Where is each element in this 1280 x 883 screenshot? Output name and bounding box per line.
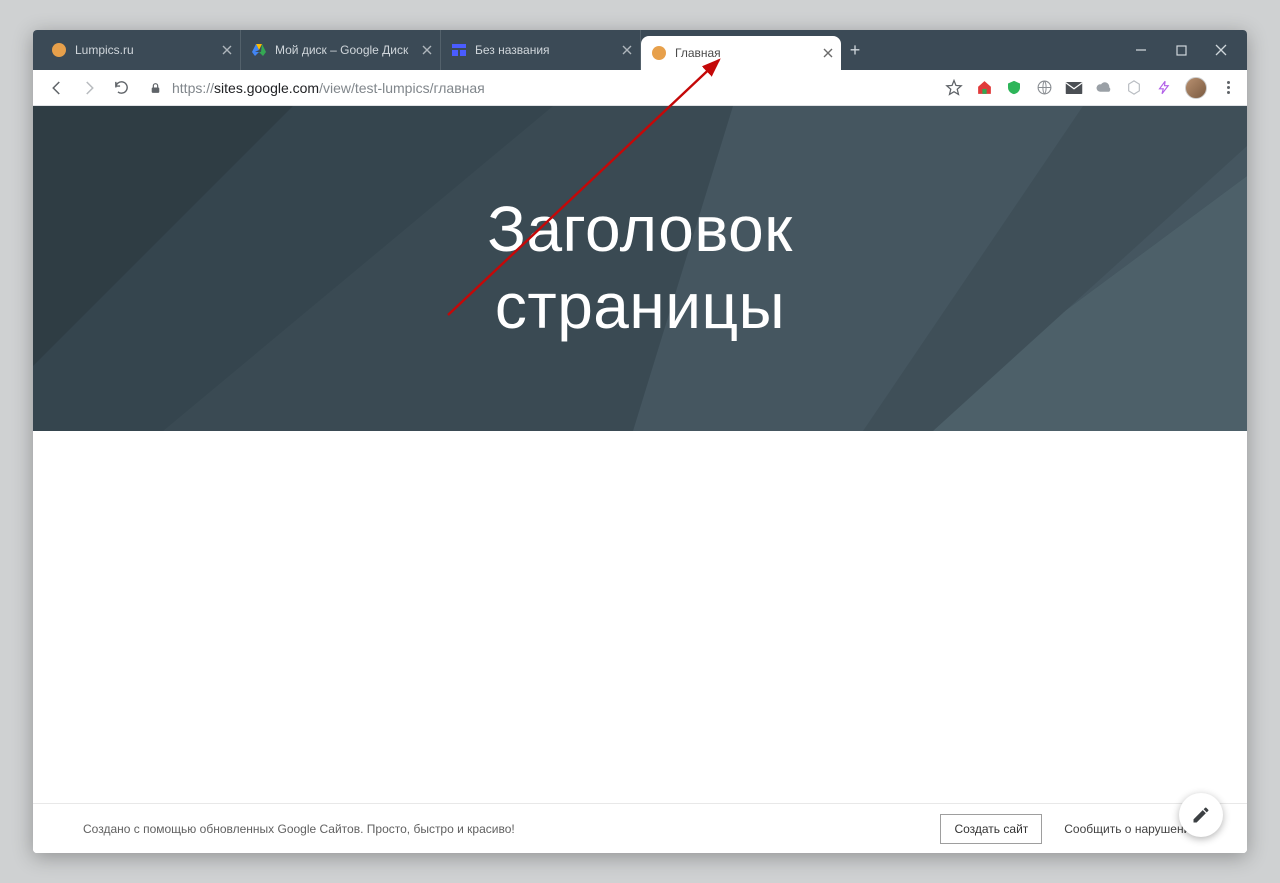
tab-title: Без названия	[475, 43, 614, 57]
page-title-line2: страницы	[495, 270, 785, 342]
minimize-button[interactable]	[1121, 30, 1161, 70]
tab-title: Lumpics.ru	[75, 43, 214, 57]
tab-main-active[interactable]: Главная	[641, 36, 841, 70]
maximize-button[interactable]	[1161, 30, 1201, 70]
ext-globe-icon[interactable]	[1035, 79, 1053, 97]
sites-favicon-icon	[451, 42, 467, 58]
lumpics-favicon-icon	[651, 45, 667, 61]
ext-hex-icon[interactable]	[1125, 79, 1143, 97]
forward-button[interactable]	[75, 74, 103, 102]
back-button[interactable]	[43, 74, 71, 102]
star-icon[interactable]	[945, 79, 963, 97]
drive-favicon-icon	[251, 42, 267, 58]
lock-icon	[149, 81, 162, 95]
tab-close-icon[interactable]	[821, 46, 835, 60]
lumpics-favicon-icon	[51, 42, 67, 58]
pencil-icon	[1191, 805, 1211, 825]
url-host: sites.google.com	[214, 80, 319, 96]
report-abuse-link[interactable]: Сообщить о нарушении	[1064, 822, 1197, 836]
page-content: Заголовок страницы Создано с помощью обн…	[33, 106, 1247, 853]
footer-blurb: Создано с помощью обновленных Google Сай…	[83, 822, 940, 836]
profile-avatar[interactable]	[1185, 77, 1207, 99]
hero-banner: Заголовок страницы	[33, 106, 1247, 431]
titlebar: Lumpics.ru Мой диск – Google Диск Без	[33, 30, 1247, 70]
page-title: Заголовок страницы	[33, 106, 1247, 345]
ext-lightning-icon[interactable]	[1155, 79, 1173, 97]
ext-mail-icon[interactable]	[1065, 79, 1083, 97]
reload-button[interactable]	[107, 74, 135, 102]
url-path: /view/test-lumpics/главная	[319, 80, 485, 96]
kebab-icon	[1227, 81, 1230, 94]
tab-title: Мой диск – Google Диск	[275, 43, 414, 57]
toolbar-icons	[937, 77, 1237, 99]
tab-close-icon[interactable]	[620, 43, 634, 57]
tab-drive[interactable]: Мой диск – Google Диск	[241, 30, 441, 70]
menu-button[interactable]	[1219, 79, 1237, 97]
tab-close-icon[interactable]	[420, 43, 434, 57]
tab-strip: Lumpics.ru Мой диск – Google Диск Без	[33, 30, 1121, 70]
tab-close-icon[interactable]	[220, 43, 234, 57]
page-footer: Создано с помощью обновленных Google Сай…	[33, 803, 1247, 853]
url-scheme: https://	[172, 80, 214, 96]
ext-cloud-icon[interactable]	[1095, 79, 1113, 97]
tab-untitled-sites[interactable]: Без названия	[441, 30, 641, 70]
tab-lumpics[interactable]: Lumpics.ru	[41, 30, 241, 70]
create-site-button[interactable]: Создать сайт	[940, 814, 1042, 844]
tab-title: Главная	[675, 46, 815, 60]
page-title-line1: Заголовок	[487, 193, 792, 265]
window-controls	[1121, 30, 1247, 70]
new-tab-button[interactable]: +	[841, 30, 869, 70]
ext-shield-icon[interactable]	[1005, 79, 1023, 97]
close-window-button[interactable]	[1201, 30, 1241, 70]
edit-fab-button[interactable]	[1179, 793, 1223, 837]
url-input[interactable]: https://sites.google.com/view/test-lumpi…	[139, 74, 933, 102]
ext-home-icon[interactable]	[975, 79, 993, 97]
browser-window: Lumpics.ru Мой диск – Google Диск Без	[33, 30, 1247, 853]
address-bar: https://sites.google.com/view/test-lumpi…	[33, 70, 1247, 106]
